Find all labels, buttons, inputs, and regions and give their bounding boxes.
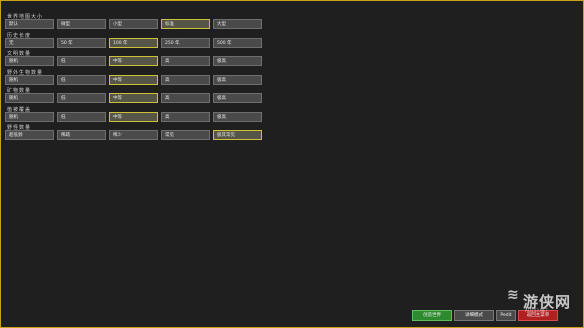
setting-option-button[interactable]: 中等: [109, 56, 158, 66]
setting-option-button[interactable]: 随机: [5, 111, 54, 122]
setting-option-button[interactable]: 随机: [5, 93, 54, 103]
setting-option-button[interactable]: 小型: [109, 19, 158, 29]
setting-option-button[interactable]: 标准: [161, 19, 210, 29]
setting-option-button[interactable]: 无: [5, 37, 54, 48]
setting-option-button[interactable]: 默认: [5, 19, 54, 29]
setting-option-button[interactable]: 微型: [57, 19, 106, 29]
setting-option-button[interactable]: 极高: [213, 56, 262, 66]
setting-option-button[interactable]: 极其常见: [213, 130, 262, 140]
setting-option-button[interactable]: 极高: [213, 74, 262, 85]
setting-option-button[interactable]: 极高: [213, 111, 262, 122]
setting-option-button[interactable]: 随机: [5, 74, 54, 85]
setting-option-button[interactable]: 稀少: [109, 130, 158, 140]
setting-option-button[interactable]: 稀疏: [57, 130, 106, 140]
create-world-button[interactable]: 创造世界: [412, 310, 452, 321]
setting-option-button[interactable]: 超低频: [5, 130, 54, 140]
setting-option-button[interactable]: 500 年: [213, 37, 262, 48]
setting-option-button[interactable]: 250 年: [161, 37, 210, 48]
setting-option-button[interactable]: 极高: [213, 93, 262, 103]
setting-option-button[interactable]: 高: [161, 93, 210, 103]
watermark: ≋ 游侠网 ALI213.NET: [507, 283, 577, 315]
detail-mode-button[interactable]: 详细模式: [454, 310, 494, 321]
setting-option-button[interactable]: 高: [161, 74, 210, 85]
setting-option-button[interactable]: 低: [57, 93, 106, 103]
setting-option-button[interactable]: 中等: [109, 111, 158, 122]
setting-option-button[interactable]: 中等: [109, 93, 158, 103]
setting-option-button[interactable]: 高: [161, 56, 210, 66]
settings-window: 世界地图大小 默认 微型 小型 标准 大型 历史长度无 50 年 100 年 250 年 500 年…: [0, 0, 584, 328]
setting-option-button[interactable]: 低: [57, 56, 106, 66]
watermark-url: ALI213.NET: [525, 308, 549, 313]
setting-option-button[interactable]: 高: [161, 111, 210, 122]
setting-option-button[interactable]: 低: [57, 74, 106, 85]
setting-option-button[interactable]: 50 年: [57, 37, 106, 48]
watermark-logo-icon: ≋: [507, 287, 519, 303]
setting-option-button[interactable]: 常见: [161, 130, 210, 140]
setting-option-button[interactable]: 大型: [213, 19, 262, 29]
setting-option-button[interactable]: 随机: [5, 56, 54, 66]
setting-option-button[interactable]: 低: [57, 111, 106, 122]
setting-option-button[interactable]: 100 年: [109, 37, 158, 48]
setting-option-button[interactable]: 中等: [109, 74, 158, 85]
